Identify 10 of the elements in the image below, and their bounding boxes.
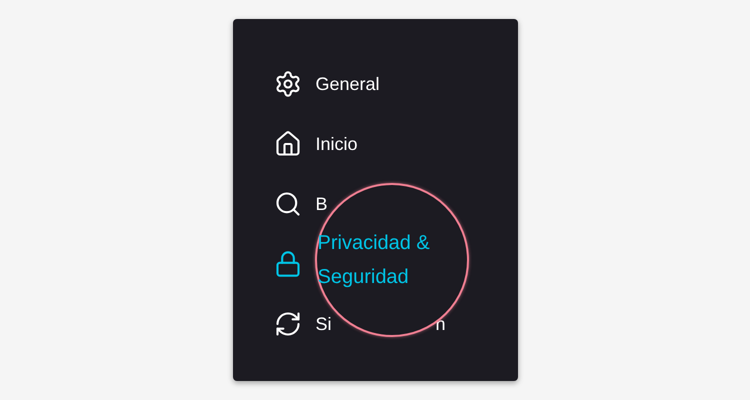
search-icon[interactable] [274, 190, 302, 218]
magnified-label: Privacidad & Seguridad [318, 231, 430, 290]
item-label[interactable]: B [316, 195, 328, 213]
house-icon[interactable] [274, 130, 302, 158]
item-label[interactable]: Inicio [316, 135, 358, 153]
item-label[interactable]: Si [316, 315, 332, 333]
sync-icon[interactable] [274, 310, 302, 338]
padlock-icon[interactable] [274, 250, 302, 278]
item-label[interactable]: General [316, 75, 380, 93]
settings-icon[interactable] [274, 70, 302, 98]
